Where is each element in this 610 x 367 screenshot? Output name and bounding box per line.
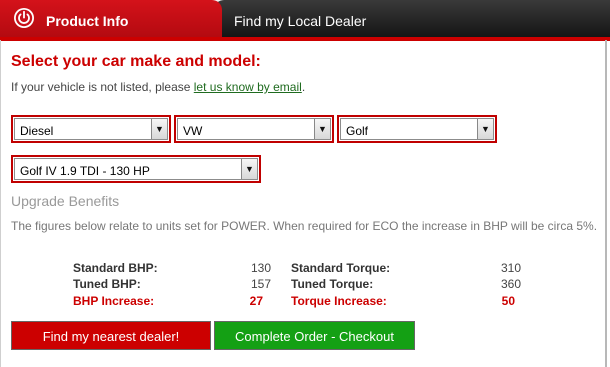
intro-suffix: . (301, 80, 306, 94)
tab-product-info[interactable]: Product Info (0, 0, 222, 38)
tuned-bhp-value: 157 (250, 277, 271, 291)
model-select-value: Golf (346, 124, 369, 138)
standard-bhp-label: Standard BHP: (73, 261, 158, 275)
bhp-increase-label: BHP Increase: (73, 294, 155, 308)
tuned-torque-label: Tuned Torque: (291, 277, 374, 291)
variant-select[interactable]: Golf IV 1.9 TDI - 130 HP ▼ (11, 155, 261, 183)
tab-product-info-label: Product Info (46, 13, 129, 29)
upgrade-benefits-title: Upgrade Benefits (11, 193, 120, 209)
fuel-select[interactable]: Diesel ▼ (11, 115, 171, 143)
tuned-bhp-label: Tuned BHP: (73, 277, 141, 291)
tab-bar: Find my Local Dealer Product Info (0, 0, 610, 41)
make-select-value: VW (183, 124, 203, 138)
tuned-torque-value: 360 (500, 277, 521, 291)
torque-increase-label: Torque Increase: (291, 294, 387, 308)
tab-find-local-dealer-label: Find my Local Dealer (234, 13, 367, 29)
standard-bhp-value: 130 (250, 261, 271, 275)
standard-torque-value: 310 (500, 261, 521, 275)
chevron-down-icon[interactable]: ▼ (477, 119, 493, 139)
intro-text: If your vehicle is not listed, please le… (11, 80, 305, 94)
fuel-select-value: Diesel (20, 124, 54, 138)
find-dealer-button[interactable]: Find my nearest dealer! (11, 321, 211, 350)
page-title: Select your car make and model: (11, 53, 261, 70)
make-select[interactable]: VW ▼ (174, 115, 334, 143)
standard-torque-label: Standard Torque: (291, 261, 391, 275)
variant-select-value: Golf IV 1.9 TDI - 130 HP (20, 164, 150, 178)
intro-prefix: If your vehicle is not listed, please (11, 80, 194, 94)
upgrade-benefits-description: The figures below relate to units set fo… (11, 219, 598, 233)
model-select[interactable]: Golf ▼ (337, 115, 497, 143)
email-link[interactable]: let us know by email (194, 80, 302, 94)
chevron-down-icon[interactable]: ▼ (241, 159, 257, 179)
tab-find-local-dealer[interactable]: Find my Local Dealer (214, 0, 610, 38)
torque-increase-value: 50 (501, 294, 515, 308)
chevron-down-icon[interactable]: ▼ (314, 119, 330, 139)
chevron-down-icon[interactable]: ▼ (151, 119, 167, 139)
power-icon (14, 8, 34, 28)
bhp-increase-value: 27 (249, 294, 263, 308)
checkout-button[interactable]: Complete Order - Checkout (214, 321, 415, 350)
